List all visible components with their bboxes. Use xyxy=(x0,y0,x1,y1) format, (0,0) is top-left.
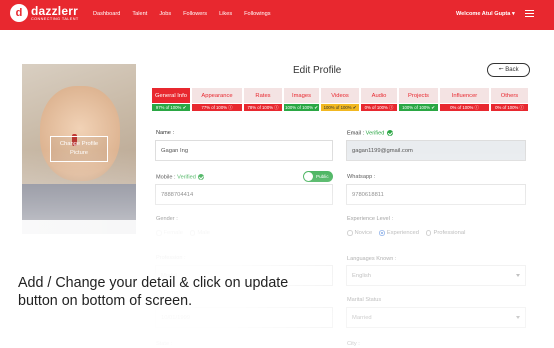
name-input[interactable]: Gagan Ing xyxy=(155,140,333,161)
dob-input[interactable]: 10/01/1999 xyxy=(155,307,333,328)
check-icon: ✔ xyxy=(431,104,435,110)
tab-progress: 0% of 100% ⓘ xyxy=(440,104,489,111)
instruction-text: Add / Change your detail & click on upda… xyxy=(18,275,289,309)
tab-projects[interactable]: Projects 100% of 100% ✔ xyxy=(399,88,438,111)
profile-face-image xyxy=(40,86,120,181)
chevron-down-icon: ▾ xyxy=(511,11,515,17)
tab-progress: 78% of 100% ⓘ xyxy=(244,104,282,111)
tab-progress: 100% of 100% ✔ xyxy=(321,104,359,111)
chevron-down-icon xyxy=(516,316,520,319)
info-icon: ⓘ xyxy=(389,104,394,110)
nav-followers[interactable]: Followers xyxy=(183,11,207,17)
brand-logo[interactable]: d dazzlerr CONNECTING TALENT xyxy=(10,4,79,22)
welcome-text: Welcome Atul Gupta xyxy=(456,11,511,17)
top-navbar: d dazzlerr CONNECTING TALENT Dashboard T… xyxy=(0,0,554,30)
arrow-left-icon: 🠔 xyxy=(498,67,504,73)
nav-talent[interactable]: Talent xyxy=(132,11,147,17)
languages-label: Languages Known : xyxy=(347,256,397,262)
main-nav: Dashboard Talent Jobs Followers Likes Fo… xyxy=(93,11,283,17)
marital-select[interactable]: Married xyxy=(346,307,526,328)
tab-progress: 97% of 100% ✔ xyxy=(152,104,190,111)
state-label: State : xyxy=(156,341,173,347)
tab-progress: 0% of 100% ⓘ xyxy=(491,104,528,111)
experience-label: Experience Level : xyxy=(347,216,394,222)
whatsapp-input[interactable]: 9780618811 xyxy=(346,184,526,205)
gender-label: Gender : xyxy=(156,216,178,222)
tab-progress: 77% of 100% ⓘ xyxy=(192,104,242,111)
logo-mark-icon: d xyxy=(10,4,28,22)
tab-others[interactable]: Others 0% of 100% ⓘ xyxy=(491,88,528,111)
tab-general-info[interactable]: General Info 97% of 100% ✔ xyxy=(152,88,190,111)
tab-progress: 100% of 100% ✔ xyxy=(284,104,319,111)
check-icon: ✔ xyxy=(314,104,318,110)
nav-likes[interactable]: Likes xyxy=(219,11,232,17)
tab-appearance[interactable]: Appearance 77% of 100% ⓘ xyxy=(192,88,242,111)
hamburger-menu-icon[interactable] xyxy=(525,10,534,17)
experience-novice-radio[interactable]: Novice xyxy=(347,230,372,236)
profession-label: Profession : xyxy=(156,255,186,261)
profile-tabs: General Info 97% of 100% ✔ Appearance 77… xyxy=(152,88,530,111)
public-toggle[interactable]: Public xyxy=(303,171,333,182)
nav-jobs[interactable]: Jobs xyxy=(159,11,171,17)
info-icon: ⓘ xyxy=(228,104,233,110)
gender-radio-group: Female Male xyxy=(156,230,217,236)
change-profile-picture-button[interactable]: Change Profile Picture xyxy=(50,136,108,162)
check-icon: ✔ xyxy=(182,104,187,110)
marital-label: Marital Status xyxy=(347,297,382,303)
tab-progress: 100% of 100% ✔ xyxy=(399,104,438,111)
experience-experienced-radio[interactable]: Experienced xyxy=(379,230,419,236)
brand-name: dazzlerr xyxy=(31,3,78,18)
experience-professional-radio[interactable]: Professional xyxy=(425,230,465,236)
info-icon: ⓘ xyxy=(474,104,479,110)
mobile-input[interactable]: 7888704414 xyxy=(155,184,333,205)
languages-select[interactable]: English xyxy=(346,265,526,286)
tab-audio[interactable]: Audio 0% of 100% ⓘ xyxy=(361,88,397,111)
nav-dashboard[interactable]: Dashboard xyxy=(93,11,120,17)
nav-followings[interactable]: Followings xyxy=(244,11,270,17)
verified-check-icon xyxy=(386,130,393,136)
tab-progress: 0% of 100% ⓘ xyxy=(361,104,397,111)
brand-tagline: CONNECTING TALENT xyxy=(31,16,79,21)
info-icon: ⓘ xyxy=(519,104,524,110)
page-title: Edit Profile xyxy=(293,65,342,76)
check-icon: ✔ xyxy=(352,104,357,110)
tab-rates[interactable]: Rates 78% of 100% ⓘ xyxy=(244,88,282,111)
tab-videos[interactable]: Videos 100% of 100% ✔ xyxy=(321,88,359,111)
back-button[interactable]: 🠔 Back xyxy=(487,63,530,77)
city-label: City : xyxy=(347,341,360,347)
tab-images[interactable]: Images 100% of 100% ✔ xyxy=(284,88,319,111)
whatsapp-label: Whatsapp : xyxy=(347,174,376,180)
experience-radio-group: Novice Experienced Professional xyxy=(347,230,472,236)
verified-check-icon xyxy=(198,174,205,180)
toggle-knob-icon xyxy=(304,172,313,181)
email-input[interactable]: gagan1199@gmail.com xyxy=(346,140,526,161)
gender-male-radio[interactable]: Male xyxy=(189,230,210,236)
name-label: Name : xyxy=(156,130,175,136)
gender-female-radio[interactable]: Female xyxy=(156,230,183,236)
mobile-label: Mobile : Verified xyxy=(156,174,205,180)
user-menu[interactable]: Welcome Atul Gupta ▾ xyxy=(456,11,515,17)
tab-influencer[interactable]: Influencer 0% of 100% ⓘ xyxy=(440,88,489,111)
email-label: Email : Verified xyxy=(347,130,393,136)
chevron-down-icon xyxy=(516,274,520,277)
info-icon: ⓘ xyxy=(274,104,279,110)
